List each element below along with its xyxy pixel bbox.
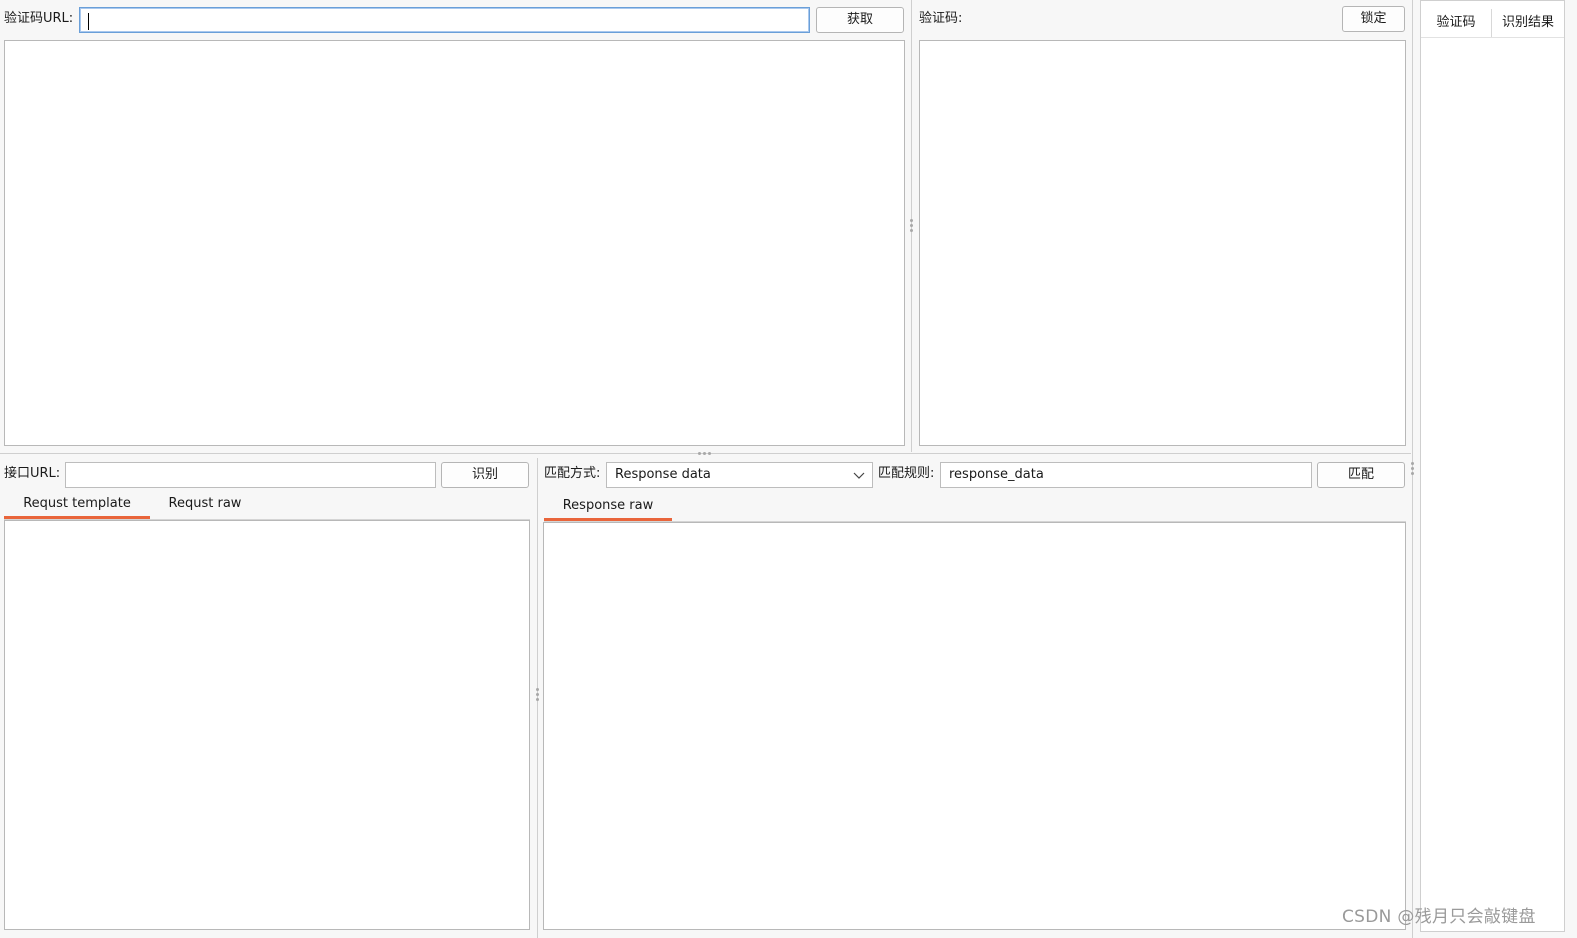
api-url-label: 接口URL:: [4, 466, 61, 481]
splitter-grip-icon[interactable]: [910, 219, 913, 232]
captcha-url-input[interactable]: [79, 7, 810, 33]
captcha-url-label: 验证码URL:: [4, 11, 74, 26]
lock-button[interactable]: 锁定: [1342, 6, 1405, 32]
match-rule-label: 匹配规则:: [878, 466, 935, 481]
match-mode-value: Response data: [615, 467, 711, 482]
tab-response-raw[interactable]: Response raw: [544, 495, 672, 521]
splitter-grip-icon[interactable]: [536, 688, 539, 701]
watermark-text: CSDN @残月只会敲键盘: [1342, 907, 1536, 927]
results-table: 验证码 识别结果: [1420, 0, 1565, 932]
api-url-input[interactable]: [65, 462, 436, 488]
tab-request-template[interactable]: Requst template: [4, 493, 150, 519]
text-caret: [88, 13, 89, 30]
splitter-grip-icon[interactable]: [698, 452, 711, 455]
captcha-image-panel: [4, 40, 905, 446]
chevron-down-icon: [853, 472, 865, 479]
match-mode-label: 匹配方式:: [544, 466, 601, 481]
table-header-divider: [1421, 37, 1564, 38]
tab-request-raw[interactable]: Requst raw: [150, 493, 260, 515]
match-button[interactable]: 匹配: [1317, 462, 1405, 488]
fetch-captcha-button[interactable]: 获取: [816, 7, 904, 33]
captcha-code-panel: [919, 40, 1406, 446]
splitter-grip-icon[interactable]: [1411, 462, 1414, 475]
column-header-result[interactable]: 识别结果: [1492, 9, 1564, 37]
request-editor[interactable]: [4, 520, 530, 930]
column-header-captcha[interactable]: 验证码: [1421, 9, 1492, 37]
match-rule-input[interactable]: response_data: [940, 462, 1312, 488]
match-mode-select[interactable]: Response data: [606, 462, 873, 488]
recognize-button[interactable]: 识别: [441, 462, 529, 488]
captcha-code-label: 验证码:: [919, 11, 963, 26]
response-viewer[interactable]: [543, 522, 1406, 930]
